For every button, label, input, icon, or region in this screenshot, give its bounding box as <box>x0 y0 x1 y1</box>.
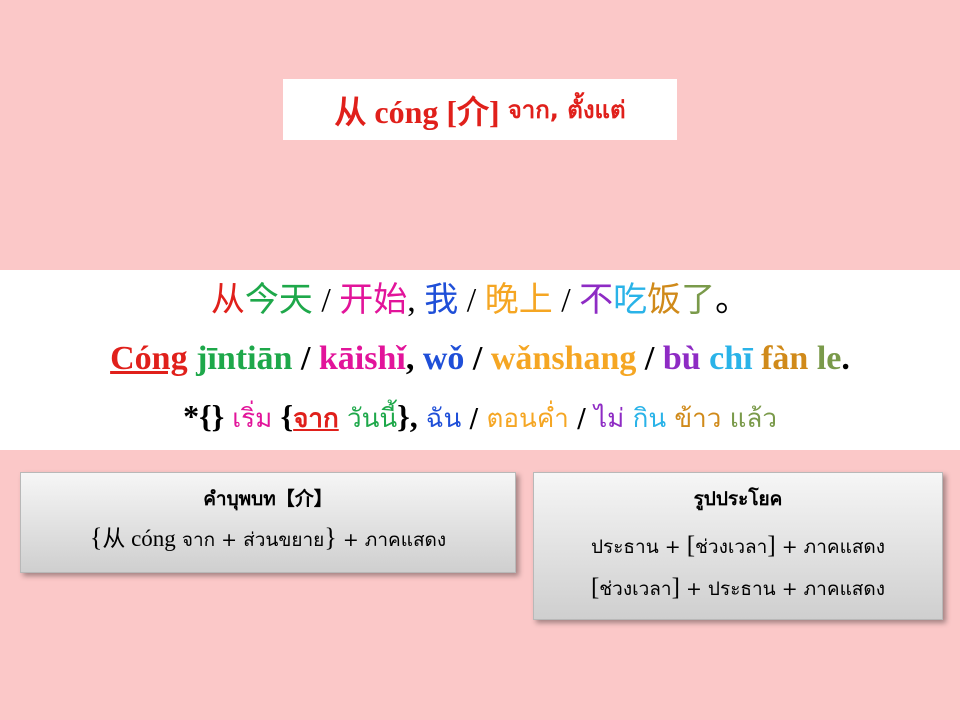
pattern-2-time: ช่วงเวลา <box>599 578 672 600</box>
pattern-1-subject: ประธาน + <box>590 536 687 558</box>
thai-segment: เริ่ม <box>232 404 281 434</box>
title-thai: จาก, ตั้งแต่ <box>507 96 626 124</box>
thai-segment: จาก <box>293 404 339 434</box>
thai-segment: *{} <box>183 398 233 434</box>
pattern-1-time: ช่วงเวลา <box>695 536 768 558</box>
hanzi-segment: / <box>552 282 580 319</box>
thai-segment: ฉัน <box>425 404 462 434</box>
pinyin-segment: . <box>841 340 850 377</box>
hanzi-segment: 我 <box>424 282 459 319</box>
thai-segment: ตอนค่ำ <box>486 404 569 434</box>
example-pinyin-line: Cóng jīntiān / kāishǐ, wǒ / wǎnshang / b… <box>0 336 960 382</box>
hanzi-segment: 吃 <box>613 282 648 319</box>
thai-segment: กิน <box>624 404 667 434</box>
thai-segment: วันนี้ <box>338 404 398 434</box>
pinyin-segment: / <box>464 340 491 377</box>
hanzi-segment: 今天 <box>244 282 313 319</box>
formula-tail: + ภาคแสดง <box>336 529 447 551</box>
example-thai-line: *{} เริ่ม {จาก วันนี้}, ฉัน / ตอนค่ำ / ไ… <box>0 394 960 441</box>
pattern-1-open-bracket: [ <box>686 532 696 559</box>
thai-segment: แล้ว <box>721 404 777 434</box>
pinyin-segment: kāishǐ <box>318 340 406 377</box>
thai-segment: { <box>280 398 294 434</box>
pinyin-segment: wǎnshang <box>490 340 637 377</box>
hanzi-segment: 开始 <box>339 282 408 319</box>
thai-segment: ไม่ <box>594 404 625 434</box>
pattern-card-heading: รูปประโยค <box>693 488 783 510</box>
pattern-2-rest: + ประธาน + ภาคแสดง <box>679 578 886 600</box>
example-band: 从今天 / 开始, 我 / 晚上 / 不吃饭了。 Cóng jīntiān / … <box>0 270 960 450</box>
pattern-1-predicate: + ภาคแสดง <box>775 536 886 558</box>
hanzi-segment: 不 <box>579 282 614 319</box>
pinyin-segment: chī <box>700 340 753 377</box>
preposition-formula: {从 cóng จาก + ส่วนขยาย} + ภาคแสดง <box>21 521 515 557</box>
pinyin-segment: Cóng <box>110 340 188 377</box>
formula-chinese: 从 cóng <box>102 526 176 551</box>
thai-segment: }, <box>397 398 426 434</box>
hanzi-segment: 从 <box>210 282 245 319</box>
hanzi-segment: 晚上 <box>484 282 553 319</box>
pinyin-segment: bù <box>662 340 701 377</box>
hanzi-segment: / <box>312 282 340 319</box>
pinyin-segment: / <box>292 340 319 377</box>
pinyin-segment: le <box>808 340 842 377</box>
pattern-2-close-bracket: ] <box>671 574 680 601</box>
title-box: 从 cóng [介] จาก, ตั้งแต่ <box>283 79 677 140</box>
preposition-card: คำบุพบท【介】 {从 cóng จาก + ส่วนขยาย} + ภาค… <box>20 472 516 573</box>
hanzi-segment: 。 <box>715 282 750 319</box>
hanzi-segment: , <box>407 282 425 319</box>
hanzi-segment: 饭 <box>647 282 682 319</box>
thai-segment: ข้าว <box>666 404 722 434</box>
thai-segment: / <box>461 404 487 434</box>
pinyin-segment: / <box>636 340 663 377</box>
pinyin-segment: , <box>405 340 423 377</box>
formula-open-brace: { <box>89 523 103 552</box>
sentence-pattern-card: รูปประโยค ประธาน + [ช่วงเวลา] + ภาคแสดง … <box>533 472 943 620</box>
formula-rest: จาก + ส่วนขยาย <box>175 529 325 551</box>
formula-close-brace: } <box>324 523 337 552</box>
pinyin-segment: jīntiān <box>187 340 293 377</box>
title-chinese: 从 cóng [介] <box>334 93 500 130</box>
pinyin-segment: wǒ <box>422 340 465 377</box>
thai-segment: / <box>568 404 595 434</box>
pattern-1-close-bracket: ] <box>767 532 776 559</box>
example-hanzi-line: 从今天 / 开始, 我 / 晚上 / 不吃饭了。 <box>0 278 960 324</box>
hanzi-segment: / <box>458 282 485 319</box>
pattern-line-1: ประธาน + [ช่วงเวลา] + ภาคแสดง <box>534 529 942 564</box>
preposition-card-heading: คำบุพบท【介】 <box>203 488 333 510</box>
pattern-line-2: [ช่วงเวลา] + ประธาน + ภาคแสดง <box>534 571 942 606</box>
pinyin-segment: fàn <box>752 340 809 377</box>
hanzi-segment: 了 <box>681 282 716 319</box>
